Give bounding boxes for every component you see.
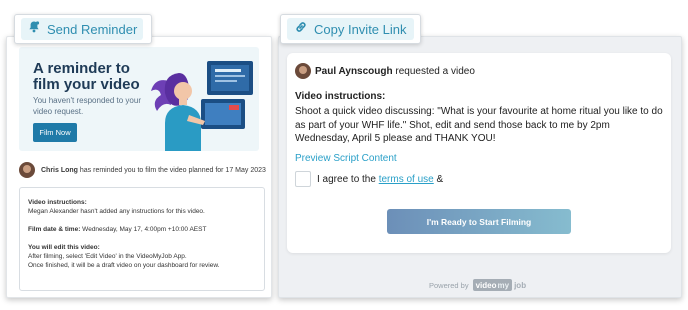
instructions-body: Shoot a quick video discussing: "What is… [295,106,663,144]
edit-line-1: After filming, select 'Edit Video' in th… [28,253,187,260]
film-now-button[interactable]: Film Now [33,123,77,142]
hero-subtitle: You haven't responded to your video requ… [33,96,141,116]
film-date-line: Film date & time: Wednesday, May 17, 4:0… [28,225,264,234]
bell-with-person-icon [27,20,41,39]
requester-name: Paul Aynscough [315,65,393,77]
instructions-body: Megan Alexander hasn't added any instruc… [28,208,205,215]
send-reminder-label: Send Reminder [47,21,138,37]
hero-title: A reminder to film your video [33,60,140,93]
film-date-label: Film date & time: [28,226,81,233]
instructions-heading: Video instructions: [295,91,386,102]
instructions-heading: Video instructions: [28,199,87,206]
terms-checkbox[interactable] [295,171,311,187]
reminder-text: Chris Long has reminded you to film the … [41,167,266,174]
agree-text: I agree to the terms of use & [317,174,443,185]
reminder-message: Chris Long has reminded you to film the … [19,161,266,179]
agree-suffix: & [433,173,444,185]
copy-invite-link-tab[interactable]: Copy Invite Link [280,14,421,44]
preview-script-link[interactable]: Preview Script Content [295,153,397,164]
edit-line-2: Once finished, it will be a draft video … [28,262,220,269]
reminder-email-preview: A reminder to film your video You haven'… [6,36,272,298]
terms-agreement-row: I agree to the terms of use & [295,171,443,187]
logo-job-text: job [514,280,527,290]
invite-page-preview: Paul Aynscough requested a video Video i… [278,36,682,298]
powered-by-label: Powered by [429,280,469,290]
edit-heading: You will edit this video: [28,244,100,251]
send-reminder-tab[interactable]: Send Reminder [14,14,153,44]
video-request-card: Paul Aynscough requested a video Video i… [287,53,671,253]
film-date-value: Wednesday, May 17, 4:00pm +10:00 AEST [80,226,207,233]
logo-video-text: video [475,280,497,290]
video-instructions-box: Video instructions: Megan Alexander hasn… [19,187,265,291]
copy-invite-link-label: Copy Invite Link [314,21,407,37]
sender-name: Chris Long [41,166,78,174]
requested-label: requested a video [392,65,475,77]
powered-by-footer: Powered by video my job [429,279,526,291]
start-filming-button[interactable]: I'm Ready to Start Filming [387,209,571,234]
terms-of-use-link[interactable]: terms of use [379,174,434,185]
avatar [295,63,311,79]
woman-filming-illustration [151,61,253,151]
logo-my-text: my [497,280,510,290]
reminder-hero-banner: A reminder to film your video You haven'… [19,47,259,151]
videomyjob-logo: video my [472,279,513,291]
request-header: Paul Aynscough requested a video [295,63,475,79]
link-icon [294,20,308,39]
request-text: Paul Aynscough requested a video [315,66,475,77]
reminder-body: has reminded you to film the video plann… [77,166,266,174]
agree-prefix: I agree to the [317,173,379,185]
avatar [19,162,35,178]
